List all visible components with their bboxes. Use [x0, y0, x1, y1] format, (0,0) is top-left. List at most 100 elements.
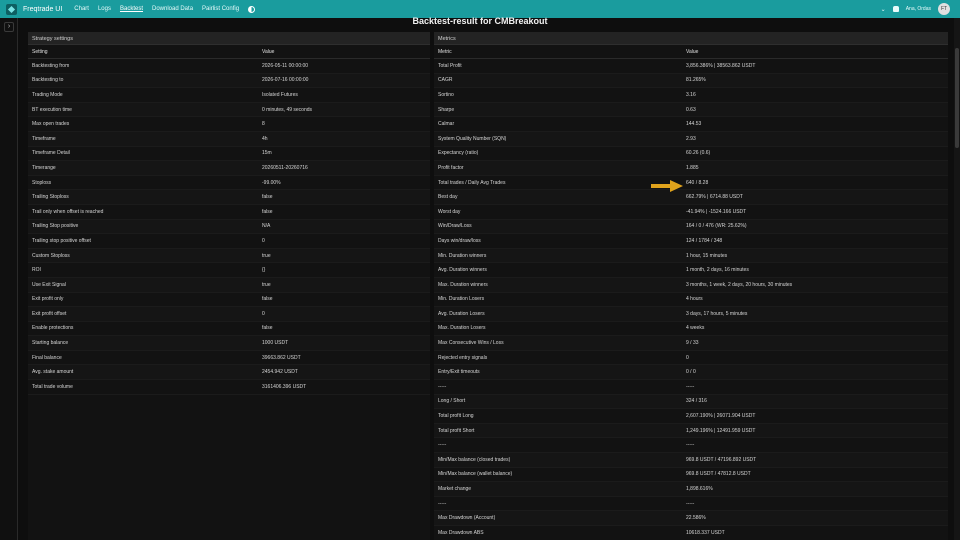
cell-value: -----	[686, 383, 695, 390]
table-row: Trail only when offset is reached false	[28, 205, 430, 220]
bell-icon[interactable]	[892, 6, 899, 12]
table-row: Trailing Stop positive N/A	[28, 219, 430, 235]
cell-label: Avg. stake amount	[32, 369, 74, 376]
cell-value: 324 / 316	[686, 398, 707, 405]
table-row: Trailing stop positive offset 0	[28, 234, 430, 249]
cell-label: BT execution time	[32, 106, 72, 113]
cell-value: 0.63	[686, 106, 696, 113]
cell-value: 1.885	[686, 164, 699, 171]
cell-label: Long / Short	[438, 398, 466, 405]
table-row: Total trade volume 3161406.396 USDT	[28, 380, 430, 395]
cell-label: Exit profit offset	[32, 310, 67, 317]
nav-link-backtest[interactable]: Backtest	[120, 6, 143, 12]
chevron-down-icon[interactable]: ⌄	[881, 6, 886, 13]
strategy-rows: Backtesting from 2026-05-11 00:00:00 Backt…	[28, 59, 430, 395]
table-row: Timeframe Detail 15m	[28, 147, 430, 162]
table-row: ----- -----	[434, 438, 948, 454]
table-row: Timerange 20260511-20260716	[28, 161, 430, 176]
cell-label: Enable protections	[32, 325, 74, 332]
cell-value: 4 weeks	[686, 325, 705, 332]
sidebar-strip: ›	[0, 18, 18, 540]
cell-label: Timerange	[32, 164, 56, 171]
cell-value: N/A	[262, 223, 271, 230]
cell-label: -----	[438, 500, 447, 507]
cell-value: false	[262, 296, 273, 303]
nav-link-pairlist-config[interactable]: Pairlist Config	[202, 6, 239, 12]
table-row: Total profit Short 1,249.196% | 12491.959…	[434, 423, 948, 439]
nav-link-download-data[interactable]: Download Data	[152, 6, 193, 12]
cell-label: Rejected entry signals	[438, 354, 488, 361]
cell-value: {}	[262, 267, 266, 274]
cell-label: Trailing Stop positive	[32, 223, 79, 230]
strategy-settings-panel: Strategy settings Setting Value Backtest…	[28, 32, 430, 540]
cell-value: 0	[686, 354, 689, 361]
cell-label: Total Profit	[438, 62, 462, 69]
table-row: Best day 662.79% | 6714.88 USDT	[434, 190, 948, 205]
cell-label: Sharpe	[438, 106, 455, 113]
cell-value: 3.16	[686, 91, 696, 98]
col-header-value[interactable]: Value	[686, 49, 948, 55]
theme-toggle-icon[interactable]	[248, 5, 256, 13]
cell-label: Total profit Short	[438, 427, 475, 434]
brand[interactable]: Freqtrade UI	[6, 3, 63, 15]
cell-value: false	[262, 325, 273, 332]
cell-label: Profit factor	[438, 164, 464, 171]
cell-value: -99.00%	[262, 179, 281, 186]
table-row: Max Consecutive Wins / Loss 9 / 33	[434, 336, 948, 351]
cell-value: 15m	[262, 150, 272, 157]
cell-label: Max open trades	[32, 121, 70, 128]
table-row: Final balance 39663.862 USDT	[28, 351, 430, 366]
page-scrollbar[interactable]	[954, 18, 960, 540]
table-row: Exit profit only false	[28, 293, 430, 308]
table-row: CAGR 81.265%	[434, 73, 948, 89]
cell-value: Isolated Futures	[262, 91, 298, 98]
cell-value: 22.586%	[686, 515, 706, 522]
col-header-metric[interactable]: Metric	[434, 49, 686, 55]
cell-value: -----	[686, 442, 695, 449]
table-row: BT execution time 0 minutes, 49 seconds	[28, 102, 430, 118]
cell-label: Max Drawdown ABS	[438, 529, 484, 536]
table-row: Timeframe 4h	[28, 131, 430, 147]
cell-value: 2454.942 USDT	[262, 369, 298, 376]
table-row: Backtesting from 2026-05-11 00:00:00	[28, 59, 430, 74]
cell-value: 8	[262, 121, 265, 128]
table-row: Calmar 144.53	[434, 117, 948, 132]
cell-label: Avg. Duration Losers	[438, 310, 485, 317]
cell-label: Worst day	[438, 208, 461, 215]
table-row: Stoploss -99.00%	[28, 176, 430, 191]
col-header-value[interactable]: Value	[262, 49, 430, 55]
nav-link-logs[interactable]: Logs	[98, 6, 111, 12]
cell-value: 0 minutes, 49 seconds	[262, 106, 313, 113]
cell-label: Timeframe Detail	[32, 150, 70, 157]
table-row: Min. Duration winners 1 hour, 15 minutes	[434, 248, 948, 264]
table-row: Min/Max balance (closed trades) 969.8 USD…	[434, 453, 948, 468]
cell-value: 0	[262, 237, 265, 244]
cell-label: Sortino	[438, 91, 454, 98]
cell-value: 3,856.386% | 38563.862 USDT	[686, 62, 756, 69]
cell-value: 9 / 33	[686, 340, 699, 347]
cell-label: Stoploss	[32, 179, 52, 186]
avatar[interactable]: FT	[938, 3, 950, 15]
cell-label: Trailing stop positive offset	[32, 237, 91, 244]
table-row: Profit factor 1.885	[434, 161, 948, 176]
cell-label: Trading Mode	[32, 91, 63, 98]
table-row: Min/Max balance (wallet balance) 969.8 US…	[434, 468, 948, 483]
cell-value: 164 / 0 / 476 (WR: 25.62%)	[686, 223, 747, 230]
cell-label: Min. Duration Losers	[438, 296, 485, 303]
cell-label: -----	[438, 442, 447, 449]
cell-value: 1,898.616%	[686, 486, 713, 493]
cell-value: 2026-05-11 00:00:00	[262, 62, 309, 69]
scrollbar-thumb[interactable]	[955, 48, 959, 148]
col-header-setting[interactable]: Setting	[28, 49, 262, 55]
brand-name: Freqtrade UI	[23, 5, 63, 13]
table-row: Worst day -41.94% | -1524.166 USDT	[434, 205, 948, 220]
page-title: Backtest-result for CMBreakout	[412, 16, 548, 26]
table-row: Enable protections false	[28, 322, 430, 337]
nav-link-chart[interactable]: Chart	[74, 6, 89, 12]
cell-label: Avg. Duration winners	[438, 267, 487, 274]
table-row: Exit profit offset 0	[28, 307, 430, 322]
user-name[interactable]: Ana, Ordas	[906, 6, 931, 12]
metrics-table-header: Metric Value	[434, 45, 948, 59]
cell-value: -----	[686, 500, 695, 507]
cell-value: 1 month, 2 days, 16 minutes	[686, 267, 749, 274]
